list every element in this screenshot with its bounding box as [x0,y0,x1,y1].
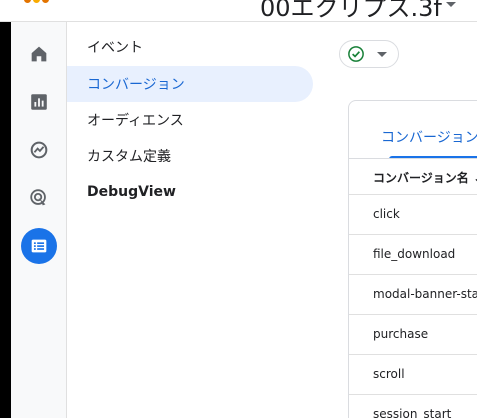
table-row[interactable]: purchase [349,314,477,354]
top-header: 00エクリプス.3f [0,0,477,22]
nav-item-debugview[interactable]: DebugView [67,174,313,210]
home-icon[interactable] [21,36,57,72]
divider [349,158,477,159]
status-dropdown[interactable] [339,40,399,68]
nav-item-custom-definitions[interactable]: カスタム定義 [67,138,313,174]
explore-icon[interactable] [21,132,57,168]
table-row[interactable]: modal-banner-stack [349,274,477,314]
advertising-icon[interactable] [21,180,57,216]
conversions-card: コンバージョン コンバージョン名 ↓ click file_download m… [348,100,477,418]
column-header-conversion-name[interactable]: コンバージョン名 ↓ [373,169,477,186]
row-name: purchase [373,327,429,341]
row-name: session_start [373,407,452,418]
chevron-down-icon[interactable] [446,2,456,7]
admin-nav: イベント コンバージョン オーディエンス カスタム定義 DebugView [67,22,325,418]
icon-rail [11,22,67,418]
chevron-down-icon [377,52,387,57]
row-name: click [373,207,400,221]
row-name: modal-banner-stack [373,287,477,301]
table-row[interactable]: session_start [349,394,477,418]
left-edge-strip [0,0,11,418]
nav-item-audiences[interactable]: オーディエンス [67,102,313,138]
nav-item-events[interactable]: イベント [67,29,313,65]
property-title[interactable]: 00エクリプス.3f [260,0,442,21]
row-name: scroll [373,367,405,381]
table-row[interactable]: file_download [349,234,477,274]
analytics-logo-icon[interactable] [24,0,54,6]
nav-item-conversions[interactable]: コンバージョン [67,66,313,102]
tab-conversions[interactable]: コンバージョン [381,127,477,147]
check-circle-icon [348,46,364,62]
table-row[interactable]: scroll [349,354,477,394]
table-row[interactable]: click [349,194,477,234]
reports-icon[interactable] [21,84,57,120]
row-name: file_download [373,247,456,261]
admin-list-icon[interactable] [21,228,57,264]
